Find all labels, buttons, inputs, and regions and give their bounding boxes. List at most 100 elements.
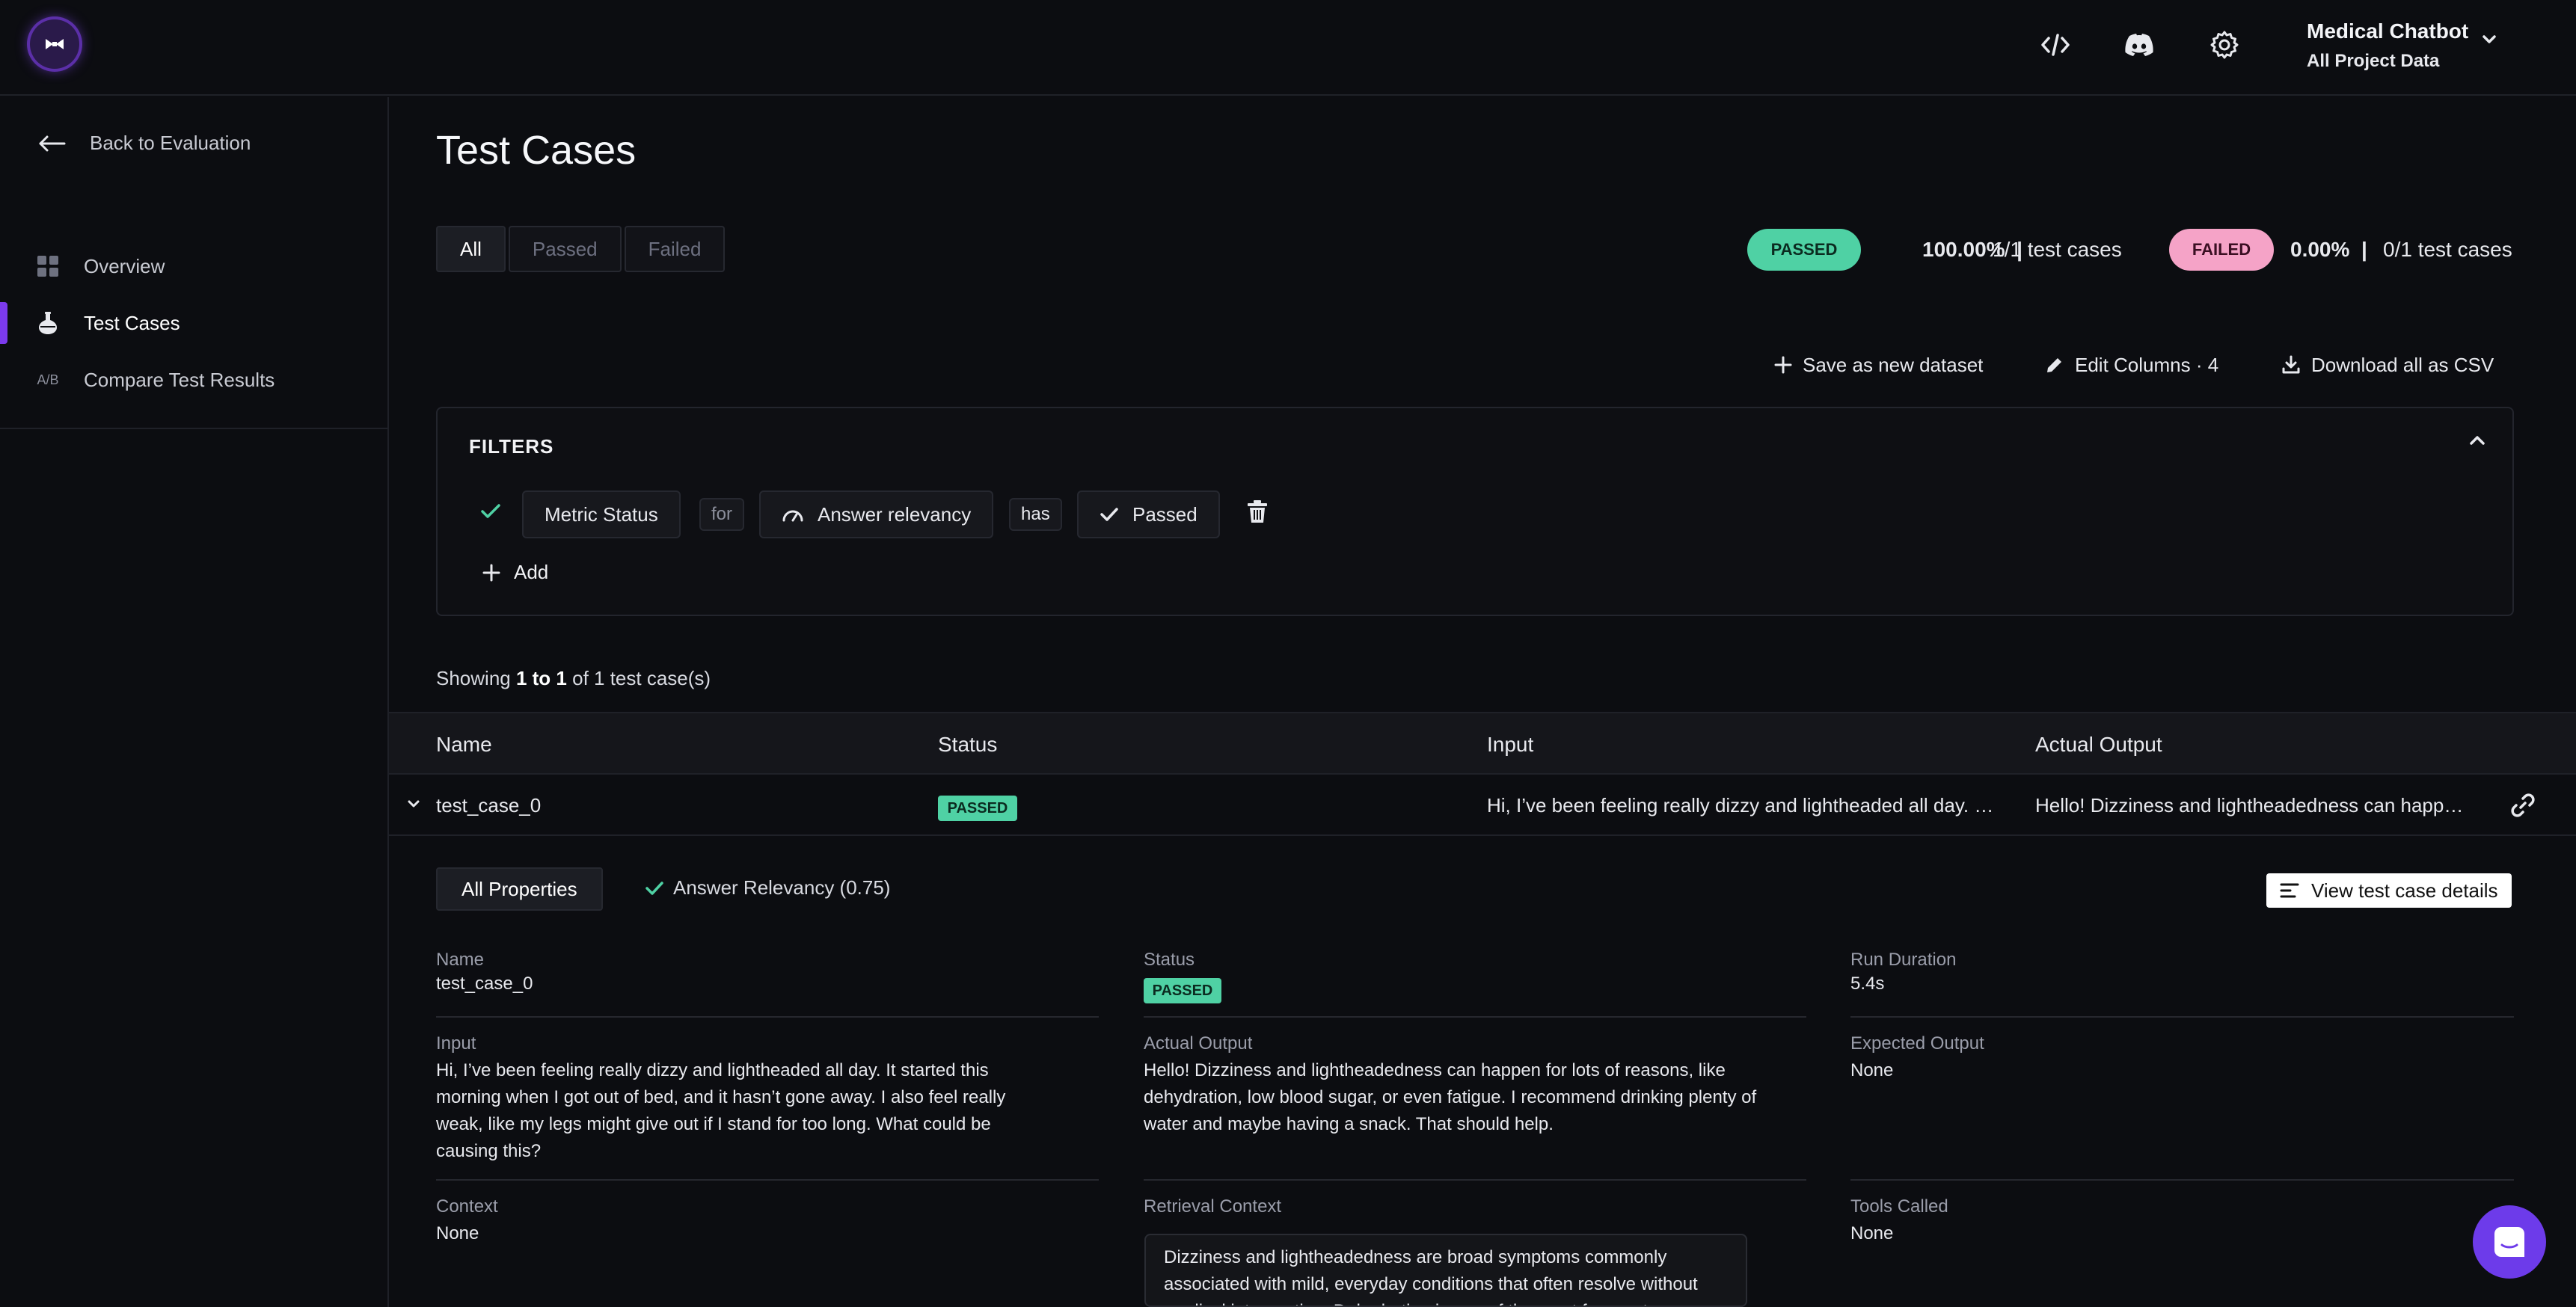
divider (1144, 1016, 1806, 1018)
status-badge: PASSED (1144, 978, 1221, 1003)
project-name: Medical Chatbot (2307, 19, 2469, 43)
expected-output-label: Expected Output (1850, 1033, 1984, 1054)
arrow-left-icon (39, 135, 66, 151)
actual-output-label: Actual Output (1144, 1033, 1253, 1054)
expected-output-value: None (1850, 1060, 1894, 1080)
tab-failed[interactable]: Failed (624, 226, 726, 272)
input-value: Hi, I’ve been feeling really dizzy and l… (436, 1060, 1006, 1161)
back-label: Back to Evaluation (90, 132, 251, 154)
sidebar-divider (0, 428, 389, 429)
ab-icon: A/B (37, 372, 59, 387)
top-bar: Medical Chatbot All Project Data (0, 0, 2576, 96)
filter-value-select[interactable]: Passed (1077, 490, 1220, 538)
row-input: Hi, I’ve been feeling really dizzy and l… (1487, 794, 1996, 817)
discord-icon[interactable] (2121, 27, 2157, 63)
filter-field-select[interactable]: Metric Status (522, 490, 681, 538)
sidebar-item-label: Compare Test Results (84, 368, 275, 391)
filter-value-label: Passed (1132, 502, 1197, 526)
lines-icon (2280, 883, 2299, 898)
name-value: test_case_0 (436, 974, 533, 994)
flask-icon (36, 311, 60, 335)
plus-icon (1774, 356, 1792, 374)
column-header-status[interactable]: Status (938, 733, 997, 757)
chevron-down-icon[interactable] (407, 799, 420, 809)
filter-metric-label: Answer relevancy (818, 502, 972, 526)
tab-all-properties[interactable]: All Properties (436, 867, 603, 911)
app-logo[interactable] (30, 19, 79, 69)
failed-badge: FAILED (2169, 229, 2274, 271)
sidebar-item-test-cases[interactable]: Test Cases (0, 299, 389, 347)
check-icon[interactable] (479, 502, 502, 520)
table-row[interactable]: test_case_0 PASSED Hi, I’ve been feeling… (389, 775, 2576, 836)
divider (436, 1016, 1099, 1018)
filter-for-label: for (699, 498, 745, 531)
passed-count: 1/1 test cases (1993, 238, 2122, 261)
chevron-down-icon[interactable] (2480, 33, 2498, 45)
filter-metric-select[interactable]: Answer relevancy (759, 490, 994, 538)
status-label: Status (1144, 950, 1195, 970)
code-icon[interactable] (2037, 27, 2073, 63)
tab-answer-relevancy[interactable]: Answer Relevancy (0.75) (645, 876, 890, 899)
project-selector[interactable]: Medical Chatbot All Project Data (2307, 19, 2468, 72)
sidebar-item-overview[interactable]: Overview (0, 242, 389, 290)
chat-icon (2494, 1227, 2524, 1257)
tab-passed[interactable]: Passed (508, 226, 622, 272)
sidebar-item-label: Overview (84, 254, 165, 277)
actual-output-value: Hello! Dizziness and lightheadedness can… (1144, 1060, 1757, 1134)
add-filter-button[interactable]: Add (482, 561, 548, 584)
download-csv-button[interactable]: Download all as CSV (2281, 350, 2494, 380)
grid-icon (36, 254, 60, 278)
retrieval-context-label: Retrieval Context (1144, 1196, 1282, 1217)
divider (1850, 1179, 2514, 1181)
chat-support-button[interactable] (2473, 1205, 2546, 1279)
view-test-case-details-button[interactable]: View test case details (2266, 873, 2512, 908)
save-as-new-dataset-button[interactable]: Save as new dataset (1774, 350, 1983, 380)
tools-called-value: None (1850, 1223, 1894, 1243)
sidebar-item-label: Test Cases (84, 311, 180, 334)
retrieval-context-box[interactable]: Dizziness and lightheadedness are broad … (1144, 1234, 1747, 1307)
gear-icon[interactable] (2207, 27, 2242, 63)
view-details-label: View test case details (2311, 879, 2498, 902)
gauge-icon (782, 510, 803, 522)
input-label: Input (436, 1033, 476, 1054)
bowtie-icon (46, 39, 64, 49)
download-csv-label: Download all as CSV (2311, 353, 2494, 376)
summary-separator: | (2361, 238, 2367, 261)
showing-range: 1 to 1 (515, 667, 567, 689)
check-icon (1100, 508, 1118, 521)
chevron-up-icon[interactable] (2469, 435, 2485, 446)
row-name: test_case_0 (436, 794, 542, 817)
pagination-summary: Showing 1 to 1 of 1 test case(s) (436, 667, 711, 690)
filters-title: FILTERS (469, 435, 554, 458)
context-value: None (436, 1223, 479, 1243)
column-header-name[interactable]: Name (436, 733, 492, 757)
failed-pct-value: 0.00% (2290, 238, 2350, 261)
sidebar-item-compare-test-results[interactable]: A/B Compare Test Results (0, 356, 389, 404)
edit-columns-label: Edit Columns · 4 (2075, 353, 2219, 376)
column-header-actual-output[interactable]: Actual Output (2035, 733, 2162, 757)
name-label: Name (436, 950, 485, 970)
context-label: Context (436, 1196, 498, 1217)
pencil-icon (2047, 358, 2061, 372)
back-to-evaluation-link[interactable]: Back to Evaluation (37, 132, 251, 155)
download-icon (2282, 355, 2300, 374)
edit-columns-button[interactable]: Edit Columns · 4 (2045, 350, 2218, 380)
trash-icon[interactable] (1247, 499, 1268, 523)
run-duration-value: 5.4s (1850, 974, 1885, 994)
link-icon[interactable] (2510, 793, 2536, 818)
failed-percentage: 0.00% | (2290, 238, 2367, 262)
showing-suffix: of 1 test case(s) (566, 667, 711, 689)
divider (1850, 1016, 2514, 1018)
failed-count: 0/1 test cases (2383, 238, 2512, 261)
check-icon (645, 881, 663, 895)
passed-badge: PASSED (1747, 229, 1861, 271)
project-scope: All Project Data (2307, 51, 2440, 71)
divider (436, 1179, 1099, 1181)
showing-prefix: Showing (436, 667, 516, 689)
tab-all[interactable]: All (436, 226, 506, 272)
add-filter-label: Add (514, 561, 549, 583)
filters-panel: FILTERS Metric Status for Answer relevan… (436, 407, 2514, 616)
page-title: Test Cases (436, 128, 637, 173)
filter-has-label: has (1009, 498, 1062, 531)
column-header-input[interactable]: Input (1487, 733, 1533, 757)
